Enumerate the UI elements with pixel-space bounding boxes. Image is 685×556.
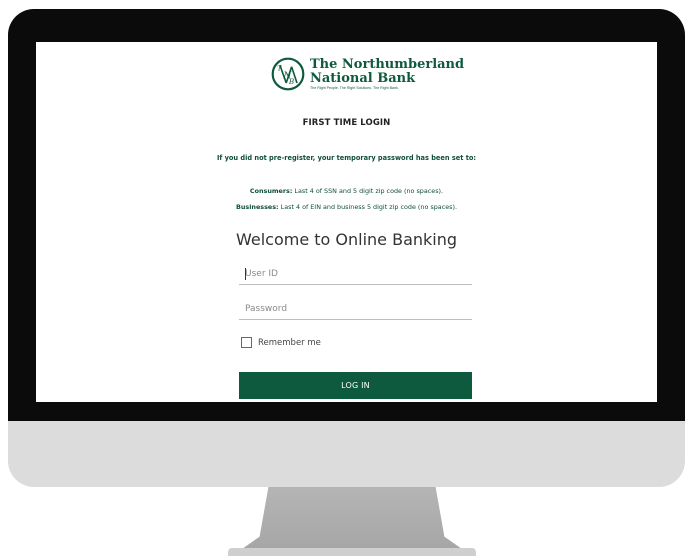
remember-me-checkbox[interactable]: [241, 337, 252, 348]
remember-me[interactable]: Remember me: [241, 337, 321, 348]
consumers-label: Consumers:: [249, 187, 293, 195]
password-input[interactable]: [239, 298, 472, 320]
screen: T N B The Northumberland National Bank T…: [36, 42, 657, 402]
remember-me-label[interactable]: Remember me: [258, 338, 321, 348]
login-button[interactable]: LOG IN: [239, 372, 472, 399]
text-caret: [245, 268, 246, 280]
bank-emblem-icon: T N B: [271, 57, 305, 91]
monitor: T N B The Northumberland National Bank T…: [8, 9, 685, 487]
monitor-stand-base: [228, 548, 476, 556]
stage: T N B The Northumberland National Bank T…: [0, 0, 685, 556]
businesses-text: Last 4 of EIN and business 5 digit zip c…: [278, 203, 457, 211]
welcome-heading: Welcome to Online Banking: [235, 230, 458, 249]
businesses-label: Businesses:: [236, 203, 279, 211]
bank-logo[interactable]: T N B The Northumberland National Bank T…: [270, 54, 464, 94]
monitor-bezel: T N B The Northumberland National Bank T…: [8, 9, 685, 421]
consumers-rule: Consumers: Last 4 of SSN and 5 digit zip…: [36, 187, 657, 195]
bank-name-line1: The Northumberland: [310, 56, 465, 72]
password-notice: If you did not pre-register, your tempor…: [216, 154, 477, 162]
bank-name-line2: National Bank: [310, 70, 416, 86]
bank-tagline: The Right People. The Right Solutions. T…: [310, 85, 399, 90]
svg-text:B: B: [288, 77, 294, 86]
page-title: FIRST TIME LOGIN: [302, 118, 391, 128]
monitor-stand: [242, 487, 462, 549]
businesses-rule: Businesses: Last 4 of EIN and business 5…: [36, 203, 657, 211]
bank-name: The Northumberland National Bank The Rig…: [310, 58, 464, 91]
user-id-input[interactable]: [239, 263, 472, 285]
consumers-text: Last 4 of SSN and 5 digit zip code (no s…: [292, 187, 444, 195]
